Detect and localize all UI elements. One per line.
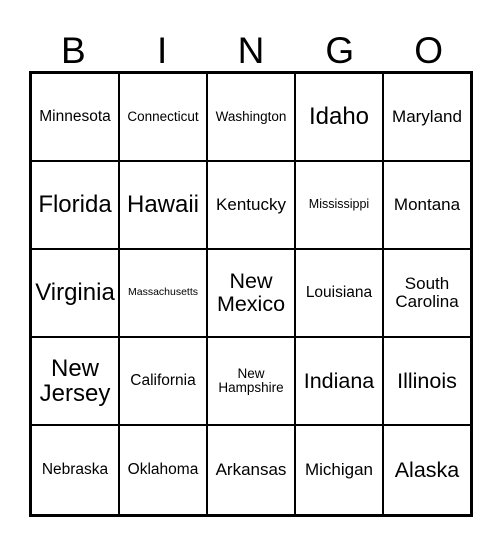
- bingo-row: Minnesota Connecticut Washington Idaho M…: [32, 74, 470, 162]
- bingo-cell-label: Indiana: [303, 368, 375, 393]
- bingo-cell-label: South Carolina: [395, 273, 459, 311]
- bingo-cell-label: Nebraska: [41, 460, 109, 478]
- bingo-cell[interactable]: Montana: [384, 162, 470, 248]
- bingo-header-letter-o: O: [414, 30, 443, 71]
- bingo-cell[interactable]: Mississippi: [296, 162, 384, 248]
- bingo-cell-label: New Hampshire: [218, 365, 284, 395]
- bingo-cell[interactable]: Michigan: [296, 426, 384, 514]
- bingo-row: Florida Hawaii Kentucky Mississippi Mont…: [32, 162, 470, 250]
- bingo-cell[interactable]: Washington: [208, 74, 296, 160]
- bingo-cell[interactable]: South Carolina: [384, 250, 470, 336]
- bingo-cell[interactable]: Illinois: [384, 338, 470, 424]
- bingo-cell[interactable]: Hawaii: [120, 162, 208, 248]
- bingo-header-letter-i: I: [157, 30, 168, 71]
- bingo-cell[interactable]: Massachusetts: [120, 250, 208, 336]
- bingo-cell-label: Michigan: [304, 459, 374, 479]
- bingo-cell[interactable]: Connecticut: [120, 74, 208, 160]
- bingo-cell-label: Washington: [215, 108, 287, 124]
- bingo-cell-label: Maryland: [392, 106, 462, 126]
- bingo-cell[interactable]: Minnesota: [32, 74, 120, 160]
- bingo-cell[interactable]: Alaska: [384, 426, 470, 514]
- bingo-cell-label: Arkansas: [215, 459, 287, 479]
- bingo-cell[interactable]: Idaho: [296, 74, 384, 160]
- bingo-cell[interactable]: Kentucky: [208, 162, 296, 248]
- bingo-cell-label: Louisiana: [305, 283, 373, 301]
- bingo-cell-label: Minnesota: [39, 107, 111, 125]
- bingo-cell[interactable]: California: [120, 338, 208, 424]
- bingo-cell-label: Alaska: [394, 457, 460, 482]
- bingo-cell[interactable]: New Hampshire: [208, 338, 296, 424]
- bingo-cell[interactable]: Nebraska: [32, 426, 120, 514]
- bingo-row: Virginia Massachusetts New Mexico Louisi…: [32, 250, 470, 338]
- bingo-cell[interactable]: Florida: [32, 162, 120, 248]
- bingo-cell[interactable]: Maryland: [384, 74, 470, 160]
- bingo-header-row: B I N G O: [29, 14, 473, 71]
- bingo-row: New Jersey California New Hampshire Indi…: [32, 338, 470, 426]
- bingo-cell[interactable]: Indiana: [296, 338, 384, 424]
- bingo-header-letter-g: G: [325, 30, 355, 71]
- bingo-cell-label: New Jersey: [39, 354, 111, 407]
- bingo-cell[interactable]: Arkansas: [208, 426, 296, 514]
- bingo-cell-label: Florida: [38, 191, 112, 219]
- bingo-cell-label: Connecticut: [127, 108, 199, 124]
- bingo-cell-label: California: [130, 371, 196, 389]
- bingo-cell[interactable]: Virginia: [32, 250, 120, 336]
- bingo-cell[interactable]: New Jersey: [32, 338, 120, 424]
- bingo-cell[interactable]: Oklahoma: [120, 426, 208, 514]
- bingo-row: Nebraska Oklahoma Arkansas Michigan Alas…: [32, 426, 470, 514]
- bingo-header-letter-b: B: [61, 30, 86, 71]
- bingo-cell-label: Idaho: [308, 103, 370, 131]
- bingo-header-letter-n: N: [237, 30, 265, 71]
- bingo-cell[interactable]: New Mexico: [208, 250, 296, 336]
- bingo-cell-label: Illinois: [397, 368, 457, 393]
- bingo-cell-label: New Mexico: [216, 269, 286, 316]
- bingo-cell-label: Mississippi: [308, 197, 370, 212]
- bingo-cell-label: Kentucky: [216, 194, 286, 214]
- bingo-card: B I N G O Minnesota Connecticut Washingt…: [29, 14, 473, 517]
- bingo-cell-label: Massachusetts: [127, 286, 199, 299]
- bingo-cell[interactable]: Louisiana: [296, 250, 384, 336]
- bingo-cell-label: Hawaii: [126, 191, 200, 219]
- bingo-cell-label: Virginia: [35, 279, 115, 307]
- bingo-cell-label: Oklahoma: [127, 460, 199, 478]
- bingo-grid: Minnesota Connecticut Washington Idaho M…: [29, 71, 473, 517]
- bingo-cell-label: Montana: [393, 194, 461, 214]
